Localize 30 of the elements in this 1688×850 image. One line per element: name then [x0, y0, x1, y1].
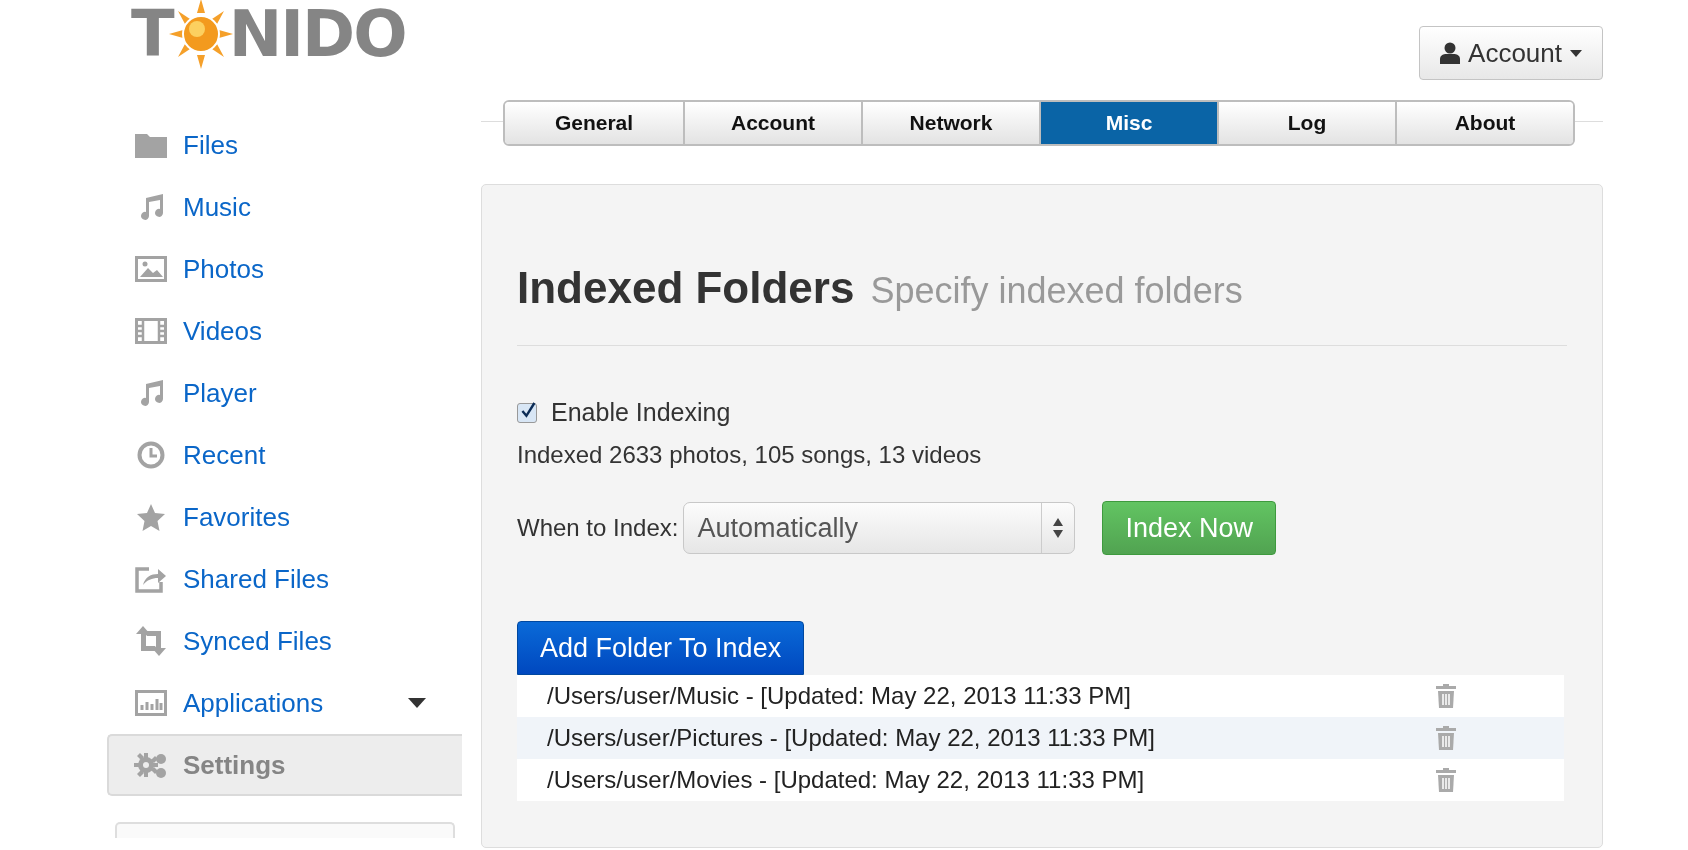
- sidebar-item[interactable]: Favorites: [107, 486, 462, 548]
- sidebar-item[interactable]: Videos: [107, 300, 462, 362]
- field-label: When to Index:: [517, 514, 679, 542]
- sidebar-item[interactable]: Photos: [107, 238, 462, 300]
- sidebar-item[interactable]: Player: [107, 362, 462, 424]
- sidebar-item[interactable]: Applications: [107, 672, 462, 734]
- section-subtitle: Specify indexed folders: [870, 270, 1243, 312]
- sidebar-item[interactable]: Files: [107, 114, 462, 176]
- sidebar-item[interactable]: Music: [107, 176, 462, 238]
- section-title: Indexed Folders: [517, 263, 855, 313]
- sidebar-item[interactable]: Shared Files: [107, 548, 462, 610]
- tab[interactable]: Network: [861, 102, 1039, 144]
- tab[interactable]: Account: [683, 102, 861, 144]
- logo-text: T: [131, 0, 173, 71]
- dropdown[interactable]: Automatically: [683, 502, 1076, 554]
- folder-path: /Users/user/Movies - [Updated: May 22, 2013 11:33 PM]: [547, 766, 1146, 794]
- sidebar-item[interactable]: Recent: [107, 424, 462, 486]
- index-stats: Indexed 2633 photos, 105 songs, 13 videos: [517, 441, 983, 469]
- tab[interactable]: Misc: [1039, 102, 1217, 144]
- folder-path: /Users/user/Pictures - [Updated: May 22, 2013 11:33 PM]: [547, 724, 1156, 752]
- account-button[interactable]: Account: [1419, 26, 1603, 80]
- logo-text: NIDO: [228, 0, 406, 71]
- add-folder-button[interactable]: Add Folder To Index: [517, 621, 805, 675]
- tab[interactable]: About: [1395, 102, 1573, 144]
- tab[interactable]: Log: [1217, 102, 1395, 144]
- sidebar-item[interactable]: Synced Files: [107, 610, 462, 672]
- checkbox-label: Enable Indexing: [551, 398, 731, 427]
- sidebar-item[interactable]: Settings: [107, 734, 462, 796]
- tab[interactable]: General: [505, 102, 683, 144]
- folder-path: /Users/user/Music - [Updated: May 22, 2013 11:33 PM]: [547, 682, 1132, 710]
